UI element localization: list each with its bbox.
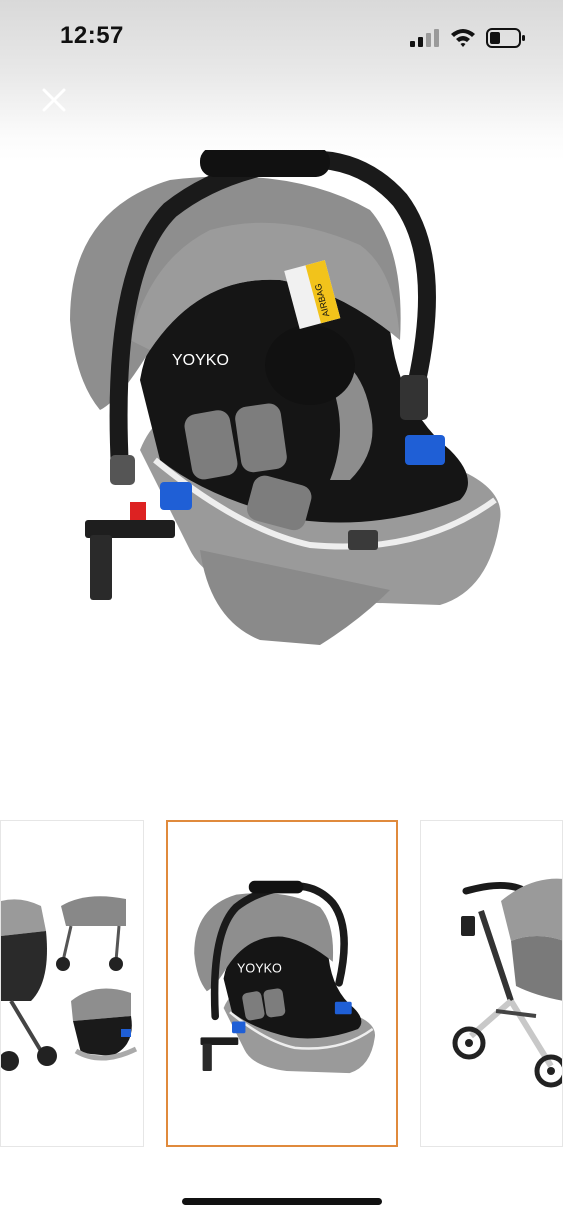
main-product-image[interactable]: AIRBAG YOYKO: [60, 150, 510, 650]
status-time: 12:57: [60, 22, 124, 49]
wifi-icon: [451, 29, 475, 47]
status-bar: 12:57: [0, 0, 563, 160]
cellular-signal-icon: [410, 29, 439, 47]
brand-text: YOYKO: [172, 352, 229, 369]
thumbnail-car-seat[interactable]: YOYKO: [166, 820, 398, 1147]
close-icon[interactable]: [38, 84, 70, 116]
battery-icon: [486, 28, 525, 48]
thumbnail-brand-text: YOYKO: [237, 961, 282, 975]
thumbnail-stroller-set[interactable]: [0, 820, 144, 1147]
thumbnail-stroller[interactable]: [420, 820, 563, 1147]
thumbnail-car-seat-image: YOYKO: [194, 880, 376, 1074]
thumbnail-stroller-image: [452, 878, 562, 1088]
home-indicator[interactable]: [182, 1198, 382, 1205]
thumbnail-stroller-set-image: [1, 896, 138, 1071]
